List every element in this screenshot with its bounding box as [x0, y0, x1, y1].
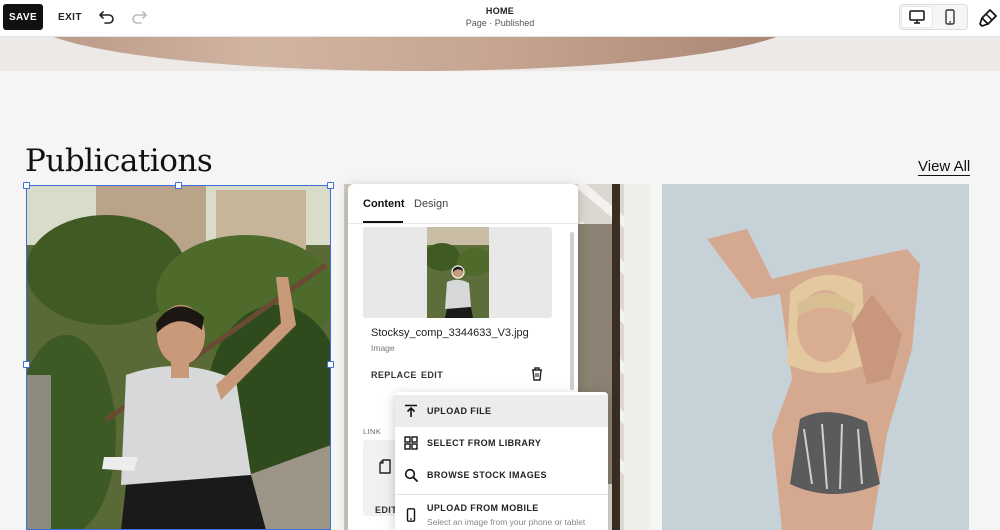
image-file-name: Stocksy_comp_3344633_V3.jpg	[371, 327, 529, 339]
view-all-label: View All	[918, 158, 971, 176]
search-icon	[404, 468, 418, 482]
tab-design[interactable]: Design	[414, 198, 448, 210]
menu-item-select-from-library[interactable]: SELECT FROM LIBRARY	[395, 427, 608, 459]
page-title[interactable]: HOME	[0, 6, 1000, 16]
portrait-photo-3	[662, 184, 969, 530]
image-thumbnail-container[interactable]	[363, 227, 552, 318]
tab-content[interactable]: Content	[363, 198, 405, 210]
delete-image-button[interactable]	[530, 366, 544, 381]
resize-handle-top[interactable]	[175, 182, 182, 189]
panel-scrollbar[interactable]	[570, 232, 574, 390]
resize-handle-top-left[interactable]	[23, 182, 30, 189]
site-styles-button[interactable]	[977, 7, 999, 29]
grid-icon	[404, 436, 418, 450]
panel-tabs: Content Design	[348, 184, 578, 224]
replace-button[interactable]: REPLACE	[371, 370, 417, 380]
resize-handle-left[interactable]	[23, 361, 30, 368]
menu-item-label: UPLOAD FROM MOBILE	[427, 503, 539, 513]
menu-divider	[395, 494, 608, 495]
document-icon	[379, 459, 391, 474]
menu-item-sublabel: Select an image from your phone or table…	[427, 517, 586, 527]
resize-handle-top-right[interactable]	[327, 182, 334, 189]
paintbrush-icon	[979, 9, 997, 27]
menu-item-label: BROWSE STOCK IMAGES	[427, 470, 547, 480]
trash-icon	[532, 367, 542, 381]
link-section-label: LINK	[363, 427, 382, 436]
desktop-view-button[interactable]	[902, 7, 932, 27]
active-tab-indicator	[363, 221, 403, 223]
desktop-icon	[909, 10, 925, 24]
menu-item-upload-from-mobile[interactable]: UPLOAD FROM MOBILE Select an image from …	[395, 500, 608, 530]
hero-image	[30, 37, 800, 71]
image-thumbnail	[427, 227, 489, 318]
edit-link-button[interactable]: EDIT	[375, 505, 397, 515]
view-all-link[interactable]: View All	[918, 158, 971, 176]
replace-image-menu: UPLOAD FILE SELECT FROM LIBRARY BROWSE S…	[395, 392, 608, 530]
upload-icon	[405, 404, 417, 417]
mobile-icon	[945, 9, 955, 25]
page-status: Page · Published	[465, 18, 535, 28]
mobile-view-button[interactable]	[935, 7, 965, 27]
editor-toolbar: SAVE EXIT HOME Page · Published	[0, 0, 1000, 37]
menu-item-upload-file[interactable]: UPLOAD FILE	[395, 395, 608, 427]
resize-handle-right[interactable]	[327, 361, 334, 368]
hero-image-strip	[0, 37, 1000, 71]
image-file-type: Image	[371, 343, 395, 353]
publication-image-1[interactable]	[26, 185, 331, 530]
section-title[interactable]: Publications	[25, 143, 213, 179]
menu-item-label: SELECT FROM LIBRARY	[427, 438, 542, 448]
phone-icon	[406, 508, 416, 522]
device-toggle	[899, 4, 968, 30]
menu-item-label: UPLOAD FILE	[427, 406, 492, 416]
menu-item-browse-stock-images[interactable]: BROWSE STOCK IMAGES	[395, 459, 608, 491]
publication-image-3[interactable]	[662, 184, 969, 530]
edit-image-button[interactable]: EDIT	[421, 370, 443, 380]
portrait-photo-1	[26, 185, 331, 530]
